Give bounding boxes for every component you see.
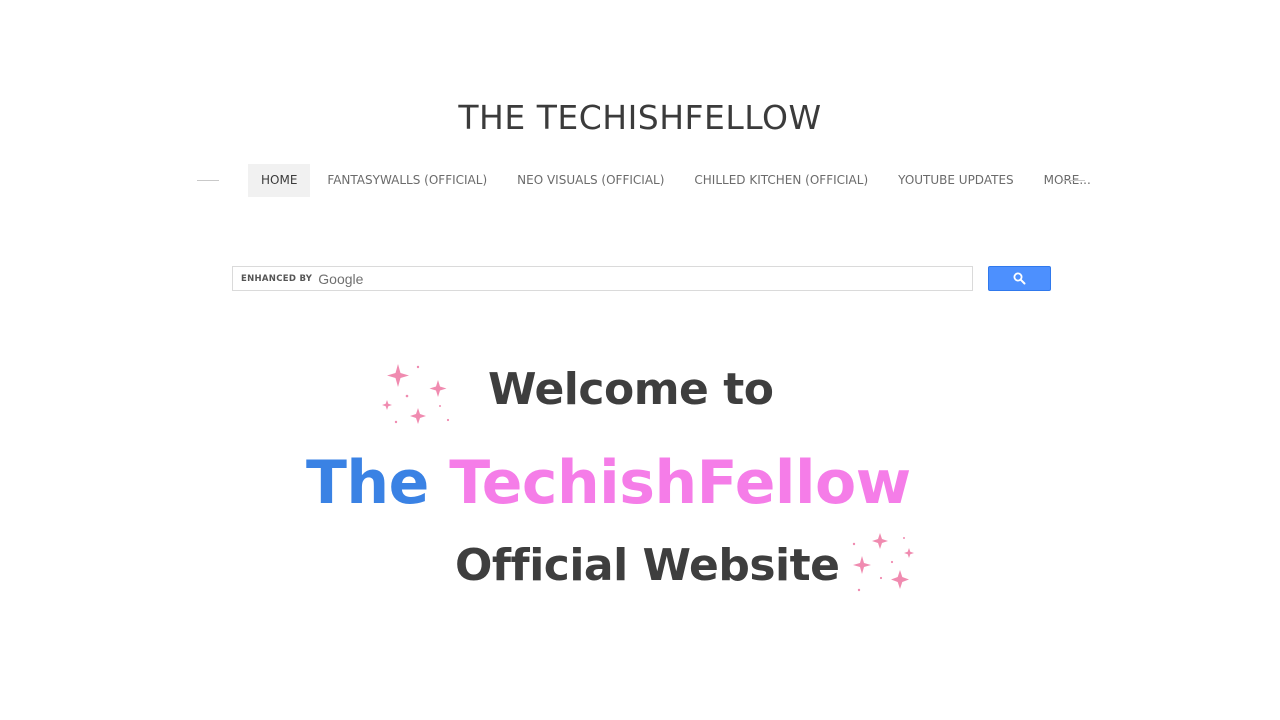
- sparkles-top-icon: [382, 364, 450, 424]
- nav-item-chilled-kitchen[interactable]: CHILLED KITCHEN (OFFICIAL): [679, 164, 883, 197]
- enhanced-by-label: ENHANCED BY: [241, 273, 313, 284]
- brand-the: The: [306, 448, 429, 518]
- main-nav: HOME FANTASYWALLS (OFFICIAL) NEO VISUALS…: [248, 164, 1091, 197]
- nav-item-neo-visuals[interactable]: NEO VISUALS (OFFICIAL): [502, 164, 679, 197]
- nav-item-youtube-updates[interactable]: YOUTUBE UPDATES: [883, 164, 1029, 197]
- search-input[interactable]: ENHANCED BY Google: [232, 266, 973, 291]
- nav-item-home[interactable]: HOME: [248, 164, 311, 197]
- sparkles-bottom-icon: [852, 533, 914, 592]
- search-button[interactable]: [988, 266, 1051, 291]
- nav-item-fantasywalls[interactable]: FANTASYWALLS (OFFICIAL): [312, 164, 502, 197]
- brand-name: TechishFellow: [449, 448, 911, 518]
- site-title[interactable]: THE TECHISHFELLOW: [0, 98, 1280, 137]
- google-brand-label: Google: [318, 270, 364, 287]
- nav-divider-right: [1063, 180, 1085, 181]
- nav-divider-left: [197, 180, 219, 181]
- search-icon: [1013, 272, 1026, 285]
- welcome-heading: Welcome to: [488, 364, 774, 415]
- brand-heading: The TechishFellow: [306, 448, 966, 518]
- official-website-heading: Official Website: [455, 540, 840, 591]
